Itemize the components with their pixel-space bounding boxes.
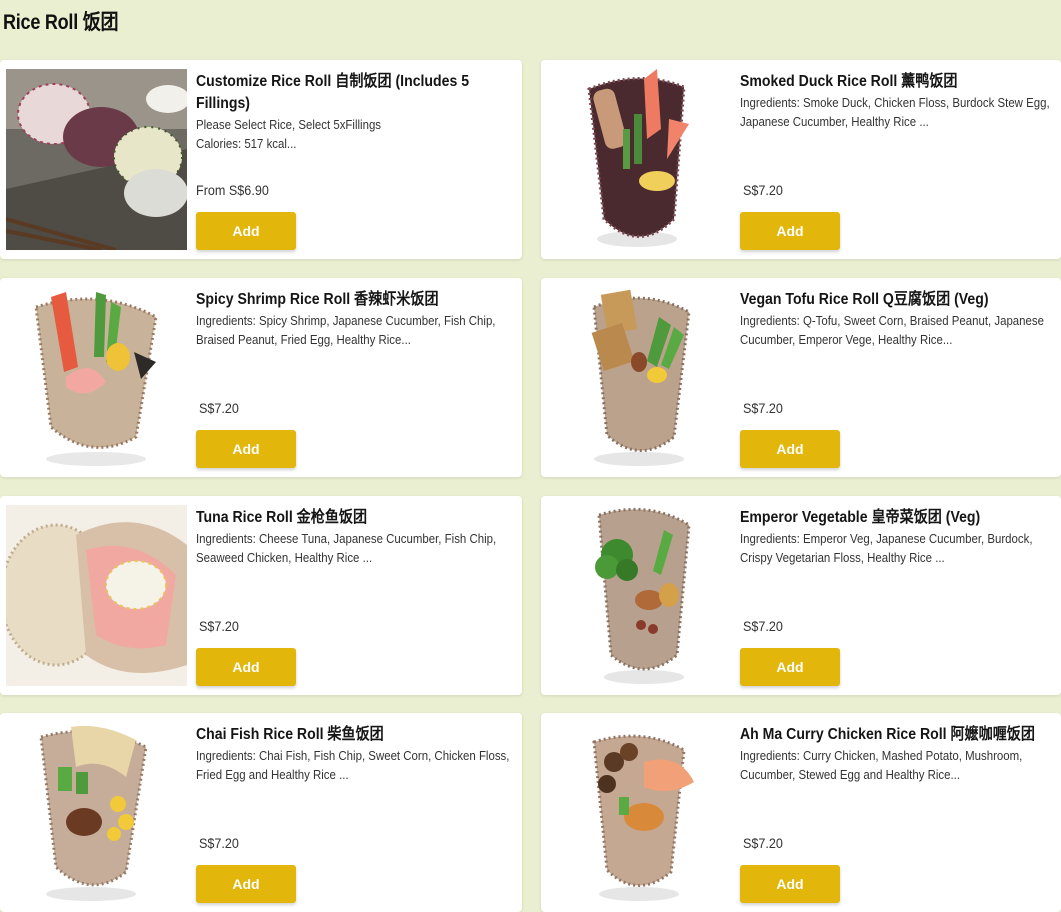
- item-name: Vegan Tofu Rice Roll Q豆腐饭团 (Veg): [740, 291, 989, 308]
- item-price: From S$6.90: [196, 182, 269, 198]
- item-info: Chai Fish Rice Roll 柴鱼饭团 Ingredients: Ch…: [196, 724, 514, 784]
- rice-balls-platter-image: [6, 69, 187, 250]
- emperor-vegetable-rice-roll-image: [549, 505, 730, 686]
- curry-chicken-rice-roll-image: [549, 722, 730, 903]
- item-info: Vegan Tofu Rice Roll Q豆腐饭团 (Veg) Ingredi…: [740, 289, 1053, 349]
- item-info: Emperor Vegetable 皇帝菜饭团 (Veg) Ingredient…: [740, 507, 1053, 567]
- add-button[interactable]: Add: [196, 430, 296, 468]
- menu-item-card[interactable]: Tuna Rice Roll 金枪鱼饭团 Ingredients: Cheese…: [0, 496, 522, 695]
- menu-item-card[interactable]: Vegan Tofu Rice Roll Q豆腐饭团 (Veg) Ingredi…: [541, 278, 1061, 477]
- item-price: S$7.20: [743, 182, 783, 198]
- item-info: Ah Ma Curry Chicken Rice Roll 阿嬷咖喱饭团 Ing…: [740, 724, 1053, 784]
- menu-item-card[interactable]: Chai Fish Rice Roll 柴鱼饭团 Ingredients: Ch…: [0, 713, 522, 912]
- add-button[interactable]: Add: [196, 648, 296, 686]
- item-name: Spicy Shrimp Rice Roll 香辣虾米饭团: [196, 291, 439, 308]
- menu-item-card[interactable]: Emperor Vegetable 皇帝菜饭团 (Veg) Ingredient…: [541, 496, 1061, 695]
- item-info: Tuna Rice Roll 金枪鱼饭团 Ingredients: Cheese…: [196, 507, 514, 567]
- item-name: Customize Rice Roll 自制饭团 (Includes 5 Fil…: [196, 73, 470, 112]
- item-description: Ingredients: Smoke Duck, Chicken Floss, …: [740, 95, 1050, 129]
- item-info: Spicy Shrimp Rice Roll 香辣虾米饭团 Ingredient…: [196, 289, 514, 349]
- add-button[interactable]: Add: [740, 212, 840, 250]
- menu-item-card[interactable]: Smoked Duck Rice Roll 薰鸭饭团 Ingredients: …: [541, 60, 1061, 259]
- menu-item-card[interactable]: Ah Ma Curry Chicken Rice Roll 阿嬷咖喱饭团 Ing…: [541, 713, 1061, 912]
- add-button[interactable]: Add: [740, 430, 840, 468]
- item-description: Ingredients: Emperor Veg, Japanese Cucum…: [740, 531, 1033, 565]
- item-price: S$7.20: [743, 618, 783, 634]
- item-description: Ingredients: Curry Chicken, Mashed Potat…: [740, 748, 1023, 782]
- item-description: Ingredients: Spicy Shrimp, Japanese Cucu…: [196, 313, 496, 347]
- item-info: Customize Rice Roll 自制饭团 (Includes 5 Fil…: [196, 71, 514, 153]
- vegan-tofu-rice-roll-image: [549, 287, 730, 468]
- add-button[interactable]: Add: [740, 648, 840, 686]
- item-price: S$7.20: [743, 400, 783, 416]
- item-description: Ingredients: Q-Tofu, Sweet Corn, Braised…: [740, 313, 1044, 347]
- item-info: Smoked Duck Rice Roll 薰鸭饭团 Ingredients: …: [740, 71, 1053, 131]
- tuna-rice-roll-image: [6, 505, 187, 686]
- item-name: Chai Fish Rice Roll 柴鱼饭团: [196, 726, 384, 743]
- item-price: S$7.20: [743, 835, 783, 851]
- item-price: S$7.20: [199, 835, 239, 851]
- item-price: S$7.20: [199, 400, 239, 416]
- add-button[interactable]: Add: [196, 865, 296, 903]
- item-price: S$7.20: [199, 618, 239, 634]
- item-name: Ah Ma Curry Chicken Rice Roll 阿嬷咖喱饭团: [740, 726, 1035, 743]
- item-name: Smoked Duck Rice Roll 薰鸭饭团: [740, 73, 958, 90]
- add-button[interactable]: Add: [196, 212, 296, 250]
- chai-fish-rice-roll-image: [6, 722, 187, 903]
- menu-item-card[interactable]: Spicy Shrimp Rice Roll 香辣虾米饭团 Ingredient…: [0, 278, 522, 477]
- item-name: Emperor Vegetable 皇帝菜饭团 (Veg): [740, 509, 981, 526]
- item-name: Tuna Rice Roll 金枪鱼饭团: [196, 509, 368, 526]
- menu-item-card[interactable]: Customize Rice Roll 自制饭团 (Includes 5 Fil…: [0, 60, 522, 259]
- item-description: Please Select Rice, Select 5xFillings: [196, 117, 382, 132]
- add-button[interactable]: Add: [740, 865, 840, 903]
- item-description: Ingredients: Chai Fish, Fish Chip, Sweet…: [196, 748, 510, 782]
- item-calories: Calories: 517 kcal...: [196, 136, 297, 151]
- spicy-shrimp-rice-roll-image: [6, 287, 187, 468]
- section-title: Rice Roll 饭团: [3, 11, 119, 34]
- item-description: Ingredients: Cheese Tuna, Japanese Cucum…: [196, 531, 497, 565]
- smoked-duck-rice-roll-image: [549, 69, 730, 250]
